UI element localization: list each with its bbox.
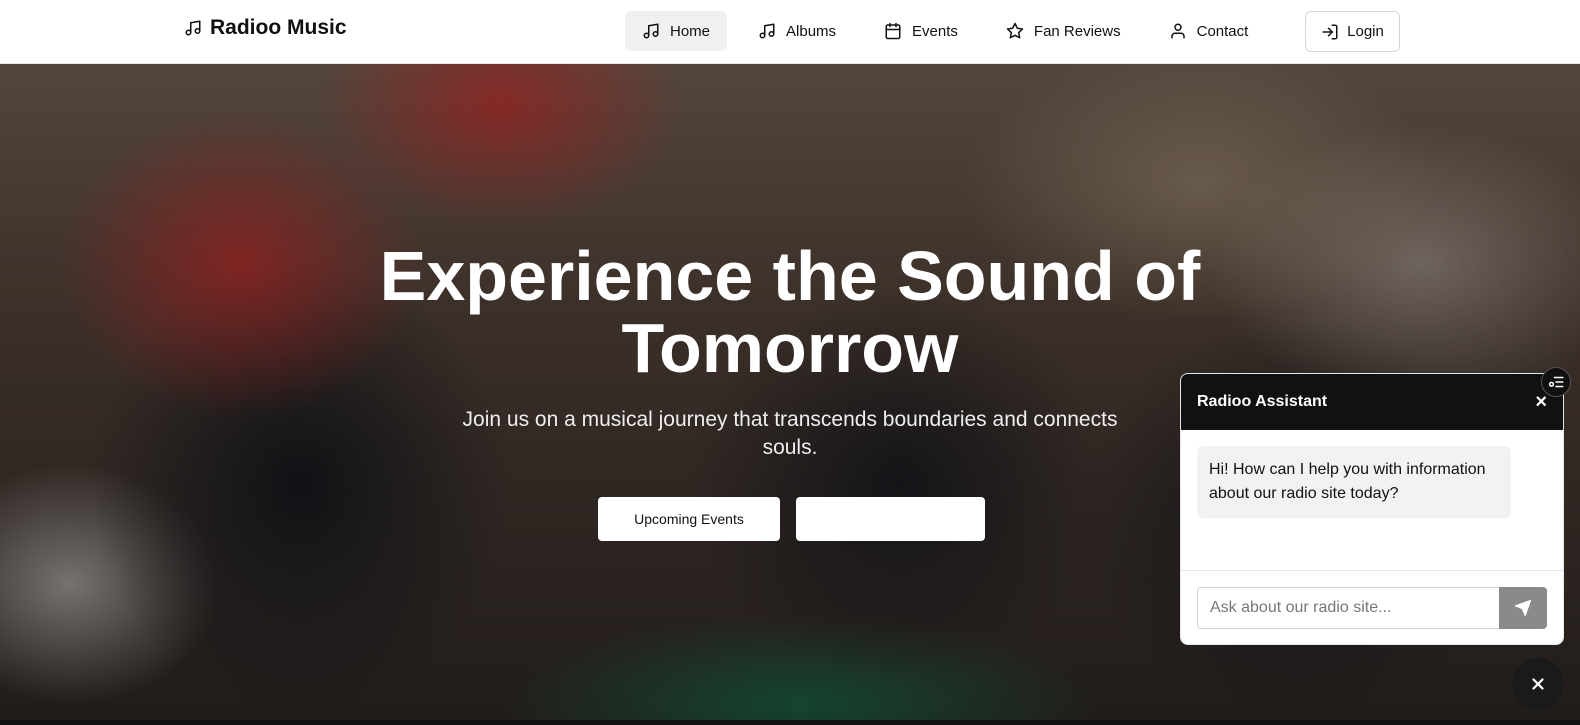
calendar-icon [884, 22, 902, 40]
nav-label: Home [670, 22, 711, 40]
brand-logo[interactable]: Radioo Music [184, 16, 347, 40]
chat-input-area [1181, 570, 1563, 644]
send-icon [1514, 599, 1532, 617]
music-note-icon [758, 22, 776, 40]
star-icon [1006, 22, 1024, 40]
chat-close-button[interactable]: × [1535, 391, 1547, 414]
nav-events[interactable]: Events [867, 11, 975, 51]
assistant-message: Hi! How can I help you with information … [1197, 446, 1511, 518]
user-icon [1169, 22, 1187, 40]
music-note-icon [642, 22, 660, 40]
login-label: Login [1347, 23, 1384, 40]
nav-label: Contact [1196, 22, 1249, 40]
nav-fan-reviews[interactable]: Fan Reviews [989, 11, 1138, 51]
upcoming-events-button[interactable]: Upcoming Events [598, 497, 780, 541]
login-icon [1321, 23, 1339, 41]
nav-label: Events [912, 22, 958, 40]
nav-label: Fan Reviews [1033, 22, 1121, 40]
chat-title: Radioo Assistant [1197, 393, 1328, 410]
page-bottom-edge [0, 720, 1580, 725]
login-button[interactable]: Login [1305, 11, 1400, 52]
close-icon [1529, 675, 1547, 693]
hero-title: Experience the Sound of Tomorrow [379, 237, 1201, 387]
send-button[interactable] [1499, 587, 1547, 629]
nav-home[interactable]: Home [625, 11, 728, 51]
site-header: Radioo Music Home Albums Events Fan Revi… [0, 0, 1580, 64]
nav-contact[interactable]: Contact [1152, 11, 1266, 51]
nav-label: Albums [786, 22, 837, 40]
main-nav: Home Albums Events Fan Reviews Contact [625, 11, 1265, 51]
nav-albums[interactable]: Albums [741, 11, 853, 51]
hero-subtitle: Join us on a musical journey that transc… [462, 408, 1118, 459]
chat-input[interactable] [1197, 587, 1499, 629]
secondary-hero-button[interactable] [796, 497, 985, 541]
chat-toggle-close-button[interactable] [1512, 658, 1564, 710]
music-note-icon [184, 19, 202, 37]
filter-settings-icon [1547, 373, 1565, 391]
settings-toggle-button[interactable] [1541, 367, 1571, 397]
chat-widget: Radioo Assistant × Hi! How can I help yo… [1180, 373, 1564, 645]
chat-header: Radioo Assistant × [1181, 374, 1563, 430]
brand-name: Radioo Music [210, 16, 347, 39]
